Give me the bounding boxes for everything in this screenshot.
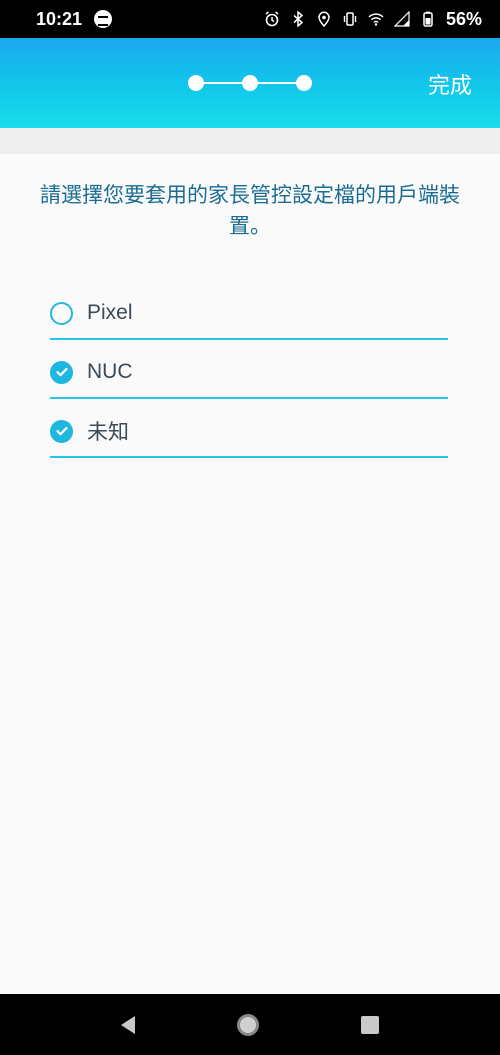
system-nav-bar xyxy=(0,994,500,1055)
checkmark-icon xyxy=(55,426,68,436)
done-button[interactable]: 完成 xyxy=(428,68,472,100)
home-icon[interactable] xyxy=(237,1013,259,1036)
location-icon xyxy=(318,11,330,27)
step-dot-3 xyxy=(296,75,312,91)
unchecked-radio-icon[interactable] xyxy=(50,301,73,325)
status-icons: 56% xyxy=(264,9,482,30)
device-item-pixel[interactable]: Pixel xyxy=(50,282,448,340)
vibrate-icon xyxy=(343,12,357,26)
battery-icon xyxy=(423,11,433,27)
battery-percent: 56% xyxy=(445,8,482,29)
device-label: 未知 xyxy=(87,421,129,444)
step-dot-2 xyxy=(242,75,258,91)
checkmark-icon xyxy=(55,367,68,377)
page-prompt: 請選擇您要套用的家長管控設定檔的用戶端裝置。 xyxy=(40,183,460,238)
alarm-icon xyxy=(265,11,279,27)
checked-radio-icon[interactable] xyxy=(50,419,73,443)
wifi-icon xyxy=(368,13,384,26)
device-item-nuc[interactable]: NUC xyxy=(50,341,448,399)
device-label: NUC xyxy=(87,360,133,383)
status-time: 10:21 xyxy=(36,8,83,29)
recents-icon[interactable] xyxy=(361,1015,379,1034)
header: 完成 xyxy=(0,38,500,128)
checked-radio-icon[interactable] xyxy=(50,360,73,384)
status-bar: 10:21 56% xyxy=(0,0,500,38)
main-content: 請選擇您要套用的家長管控設定檔的用戶端裝置。 Pixel NUC 未知 xyxy=(0,154,500,994)
device-item-unknown[interactable]: 未知 xyxy=(50,400,448,458)
device-label: Pixel xyxy=(87,301,133,324)
bluetooth-icon xyxy=(293,11,304,27)
back-icon[interactable] xyxy=(121,1015,135,1034)
step-indicator xyxy=(188,74,312,92)
step-dot-1 xyxy=(188,75,204,91)
header-divider xyxy=(0,128,500,154)
signal-icon xyxy=(393,11,410,27)
spotify-icon xyxy=(94,10,113,28)
device-list: Pixel NUC 未知 xyxy=(50,282,448,458)
